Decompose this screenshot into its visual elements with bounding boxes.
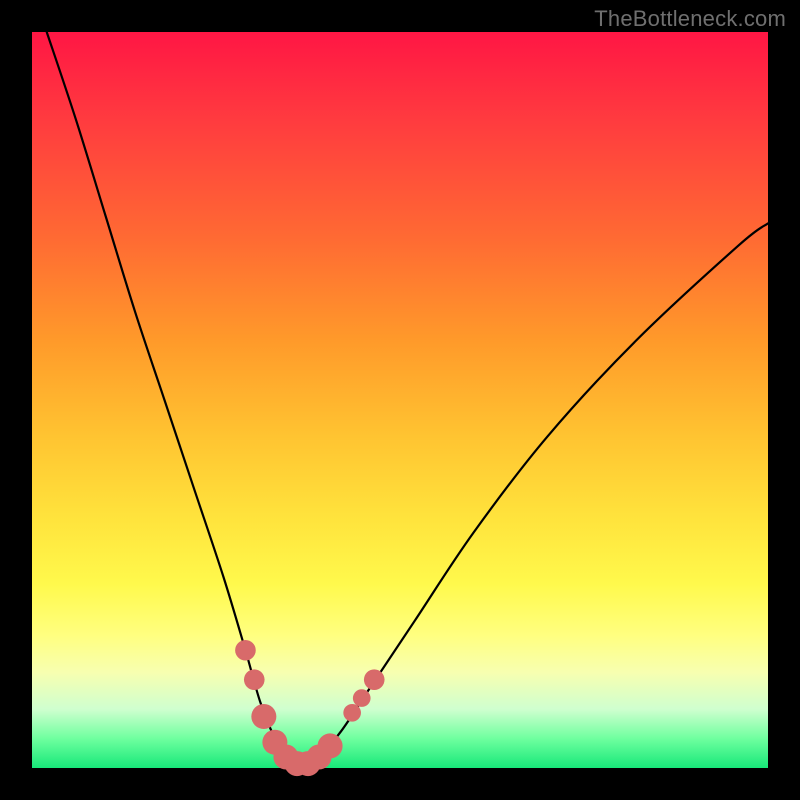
highlight-dot: [364, 669, 385, 690]
highlight-dot: [244, 669, 265, 690]
highlight-dot: [235, 640, 256, 661]
highlight-dot: [318, 733, 343, 758]
curve-svg: [32, 32, 768, 768]
highlight-dot: [353, 689, 371, 707]
plot-gradient-background: [32, 32, 768, 768]
highlight-dot: [251, 704, 276, 729]
highlight-dots: [235, 640, 384, 776]
chart-frame: TheBottleneck.com: [0, 0, 800, 800]
bottleneck-curve: [47, 32, 768, 765]
highlight-dot: [343, 704, 361, 722]
watermark-text: TheBottleneck.com: [594, 6, 786, 32]
